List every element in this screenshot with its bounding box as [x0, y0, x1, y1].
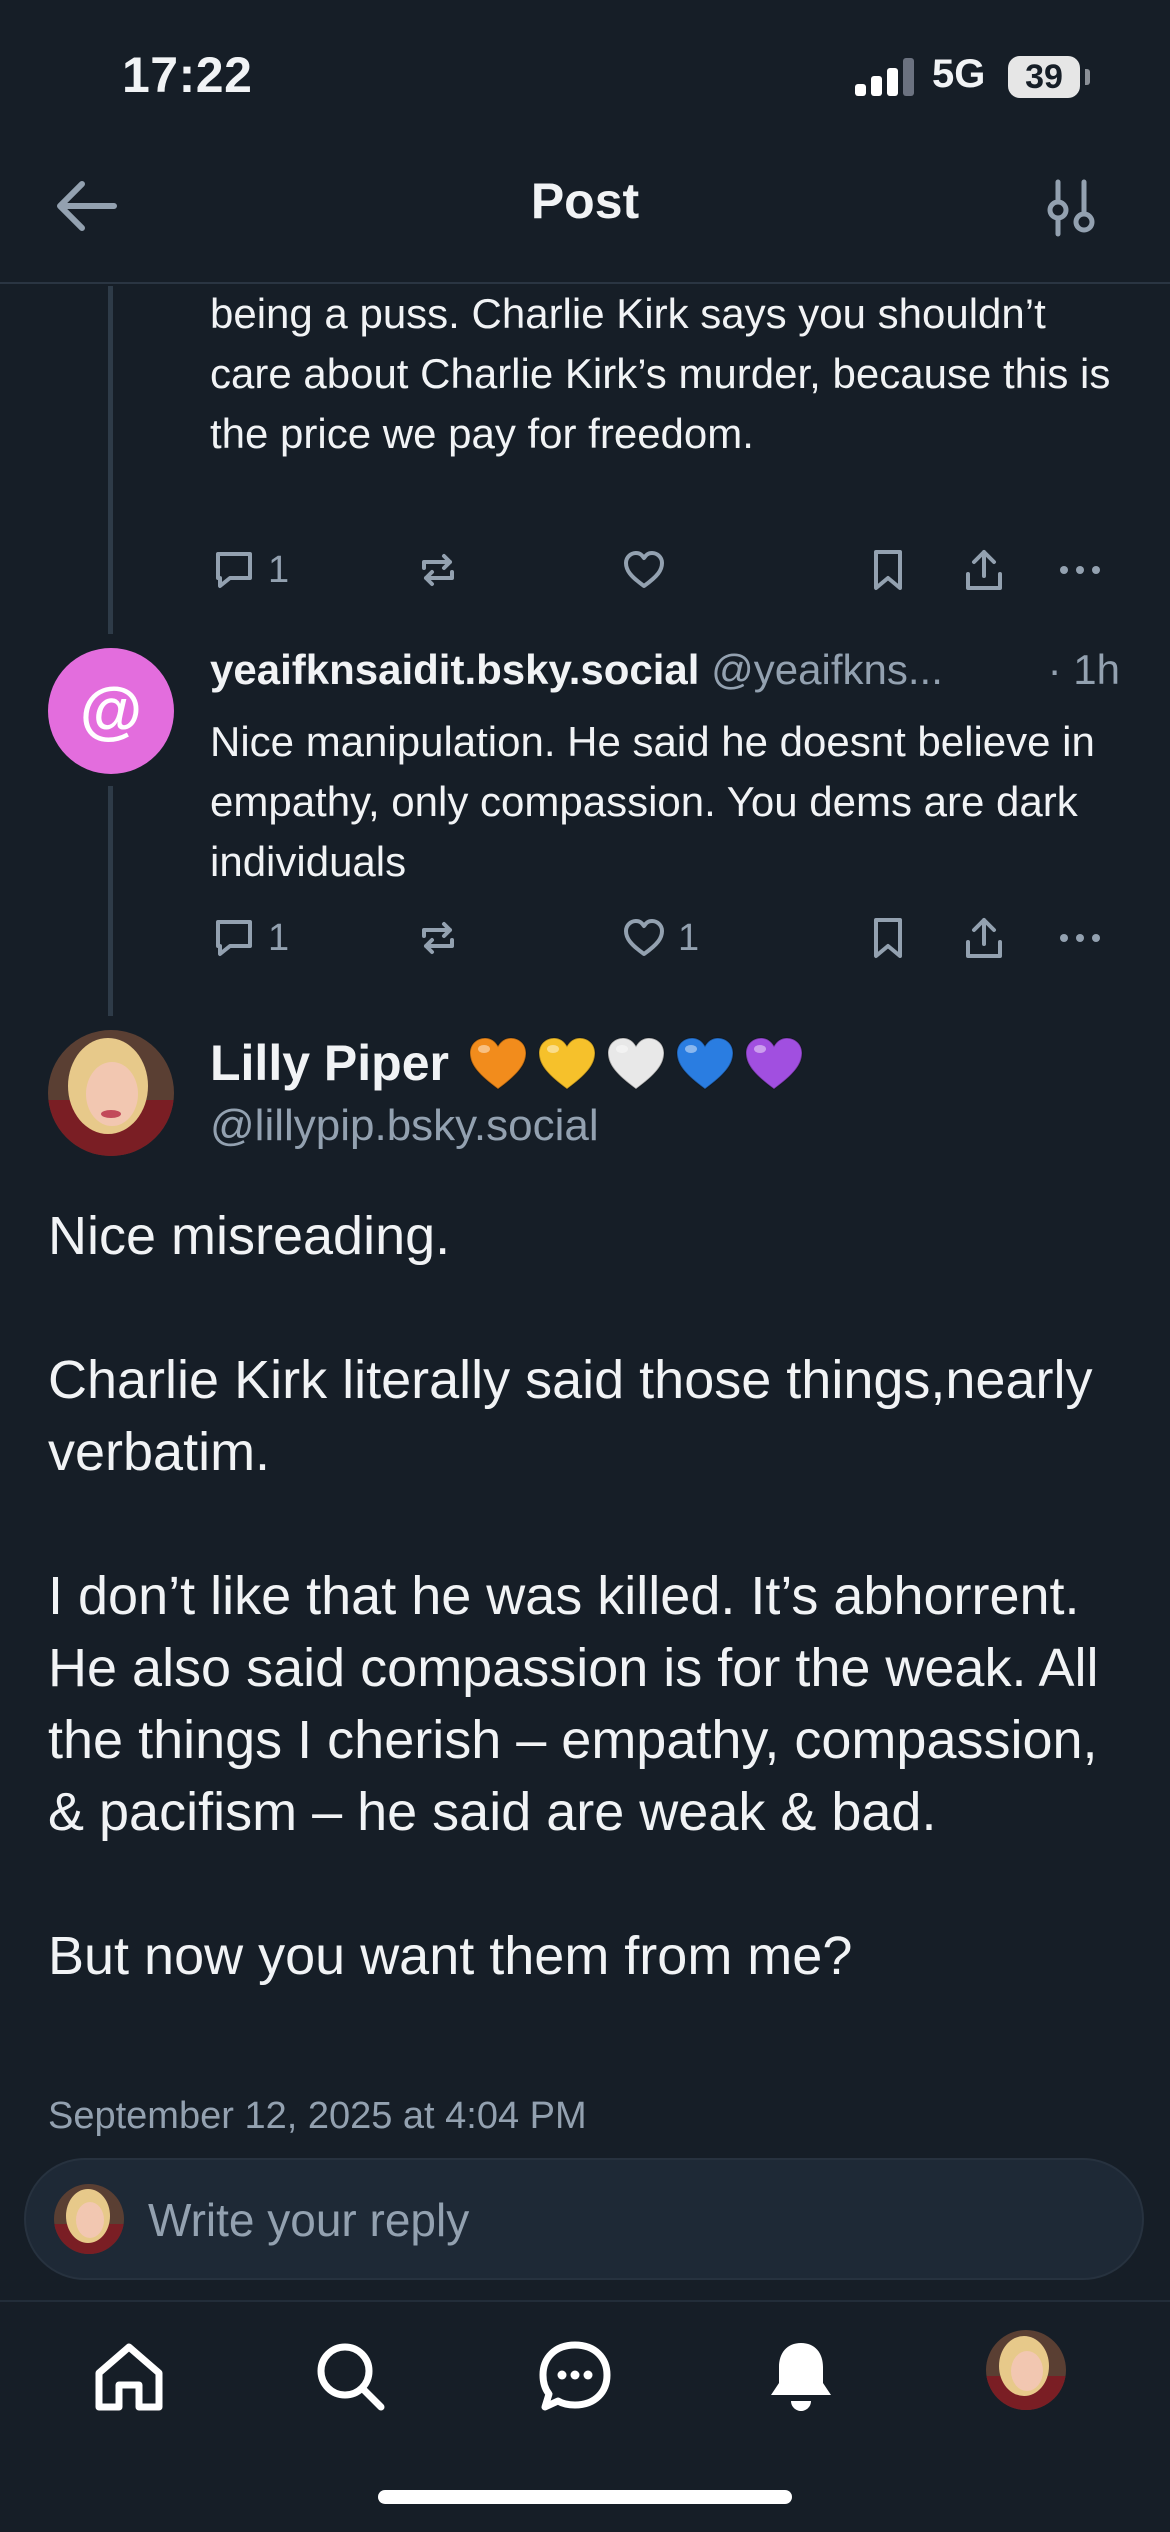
post-paragraph: But now you want them from me?: [48, 1926, 853, 1986]
author-name[interactable]: yeaifknsaidit.bsky.social: [210, 646, 699, 693]
post-paragraph: I don’t like that he was killed. It’s ab…: [48, 1566, 1099, 1842]
reply-input[interactable]: Write your reply: [24, 2158, 1144, 2280]
thread-settings-button[interactable]: [1040, 176, 1104, 240]
comment-icon: [216, 552, 252, 588]
reply-count: 1: [268, 548, 290, 591]
home-icon: [95, 2343, 163, 2411]
bell-icon: [771, 2343, 831, 2411]
page-title: Post: [530, 173, 640, 229]
bookmark-icon: [874, 550, 902, 590]
bookmark-icon: [874, 918, 902, 958]
tab-search[interactable]: [306, 2332, 396, 2422]
heart-emoji-icon: [745, 1037, 803, 1090]
more-dots-icon: [1060, 934, 1100, 942]
like-count: 1: [678, 916, 700, 959]
svg-text:@: @: [80, 674, 142, 746]
reply-author-row: yeaifknsaidit.bsky.social @yeaifkns...: [210, 640, 1130, 700]
repost-icon: [422, 554, 454, 586]
heart-emoji-icon: [676, 1037, 734, 1090]
like-action[interactable]: [620, 540, 668, 600]
status-time: 17:22: [122, 47, 253, 103]
repost-icon: [422, 922, 454, 954]
tab-home[interactable]: [84, 2332, 174, 2422]
reply-placeholder: Write your reply: [148, 2194, 470, 2246]
like-action[interactable]: 1: [620, 908, 699, 968]
app-screen: 17:22 5G 39 Post being a puss. Charlie K…: [0, 0, 1170, 2532]
heart-outline-icon: [624, 551, 664, 588]
main-author-row: Lilly Piper: [210, 1030, 812, 1096]
reply-post-text: Nice manipulation. He said he doesnt bel…: [210, 718, 1095, 885]
chat-icon: [539, 2341, 611, 2411]
author-handle[interactable]: @yeaifkns...: [711, 646, 943, 693]
reply-count: 1: [268, 916, 290, 959]
post-time: · 1h: [1029, 640, 1120, 700]
post-timestamp: September 12, 2025 at 4:04 PM: [48, 2095, 587, 2137]
reply-post-actions: 1 1: [210, 908, 1130, 968]
avatar[interactable]: [48, 1030, 174, 1156]
signal-icon: [855, 58, 915, 96]
bookmark-action[interactable]: [864, 540, 912, 600]
profile-avatar: [986, 2330, 1066, 2410]
tab-notifications[interactable]: [756, 2332, 846, 2422]
share-action[interactable]: [960, 908, 1008, 968]
tab-profile[interactable]: [986, 2330, 1066, 2410]
author-handle[interactable]: @lillypip.bsky.social: [210, 1096, 599, 1156]
avatar: [54, 2184, 124, 2254]
share-icon: [966, 550, 1002, 590]
author-name[interactable]: Lilly Piper: [210, 1030, 449, 1096]
post-paragraph: Charlie Kirk literally said those things…: [48, 1350, 1093, 1482]
status-bar: 17:22 5G 39: [0, 0, 1170, 150]
home-indicator: [378, 2490, 792, 2504]
tab-chat[interactable]: [530, 2332, 620, 2422]
battery-tip: [1085, 69, 1090, 85]
heart-emoji-icon: [538, 1037, 596, 1090]
more-action[interactable]: [1056, 908, 1104, 968]
network-label: 5G: [932, 52, 986, 96]
parent-post-text: being a puss. Charlie Kirk says you shou…: [210, 290, 1111, 457]
thread-line-middle: [108, 786, 113, 1016]
reply-action[interactable]: 1: [210, 908, 289, 968]
avatar[interactable]: @: [48, 648, 174, 774]
more-dots-icon: [1060, 566, 1100, 574]
reply-action[interactable]: 1: [210, 540, 289, 600]
bookmark-action[interactable]: [864, 908, 912, 968]
heart-emojis: [467, 1035, 812, 1091]
more-action[interactable]: [1056, 540, 1104, 600]
share-action[interactable]: [960, 540, 1008, 600]
repost-action[interactable]: [414, 540, 462, 600]
heart-outline-icon: [624, 919, 664, 956]
heart-emoji-icon: [469, 1037, 527, 1090]
thread-line-top: [108, 286, 113, 634]
main-post-body: Nice misreading. Charlie Kirk literally …: [48, 1200, 1138, 1992]
share-icon: [966, 918, 1002, 958]
battery-icon: 39: [1008, 56, 1080, 98]
parent-post-actions: 1: [210, 540, 1130, 600]
sliders-icon: [1047, 179, 1095, 237]
comment-icon: [216, 920, 252, 956]
search-icon: [317, 2343, 385, 2411]
header: Post: [0, 150, 1170, 284]
repost-action[interactable]: [414, 908, 462, 968]
post-paragraph: Nice misreading.: [48, 1206, 451, 1266]
heart-emoji-icon: [607, 1037, 665, 1090]
at-sign-icon: @: [80, 674, 142, 746]
